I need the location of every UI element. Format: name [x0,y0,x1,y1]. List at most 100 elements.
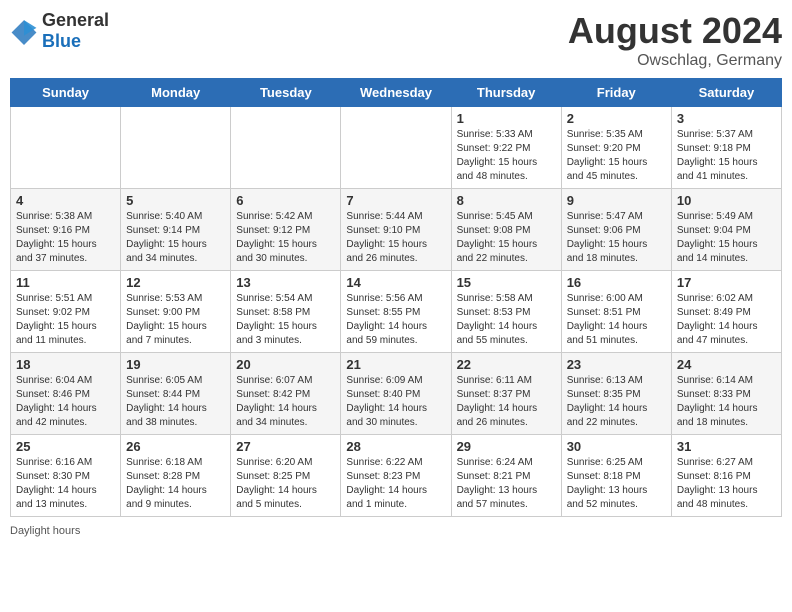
day-info: Sunrise: 5:47 AM Sunset: 9:06 PM Dayligh… [567,210,666,266]
day-number: 14 [346,275,445,290]
weekday-header-monday: Monday [121,79,231,107]
logo-general: General [42,10,109,30]
day-info: Sunrise: 6:00 AM Sunset: 8:51 PM Dayligh… [567,292,666,348]
day-number: 1 [457,111,556,126]
day-info: Sunrise: 5:54 AM Sunset: 8:58 PM Dayligh… [236,292,335,348]
calendar-cell: 31 Sunrise: 6:27 AM Sunset: 8:16 PM Dayli… [671,435,781,517]
weekday-header-wednesday: Wednesday [341,79,451,107]
location-subtitle: Owschlag, Germany [568,52,782,70]
logo: General Blue [10,10,109,52]
day-number: 10 [677,193,776,208]
calendar-week-3: 11 Sunrise: 5:51 AM Sunset: 9:02 PM Dayli… [11,271,782,353]
calendar-body: 1 Sunrise: 5:33 AM Sunset: 9:22 PM Daylig… [11,107,782,517]
calendar-cell: 15 Sunrise: 5:58 AM Sunset: 8:53 PM Dayli… [451,271,561,353]
day-info: Sunrise: 6:13 AM Sunset: 8:35 PM Dayligh… [567,374,666,430]
day-number: 11 [16,275,115,290]
day-number: 4 [16,193,115,208]
day-info: Sunrise: 5:53 AM Sunset: 9:00 PM Dayligh… [126,292,225,348]
calendar-cell: 5 Sunrise: 5:40 AM Sunset: 9:14 PM Daylig… [121,189,231,271]
calendar-week-2: 4 Sunrise: 5:38 AM Sunset: 9:16 PM Daylig… [11,189,782,271]
day-info: Sunrise: 5:40 AM Sunset: 9:14 PM Dayligh… [126,210,225,266]
calendar-cell: 10 Sunrise: 5:49 AM Sunset: 9:04 PM Dayli… [671,189,781,271]
calendar-cell: 29Sunrise: 6:24 AM Sunset: 8:21 PM Dayli… [451,435,561,517]
day-number: 3 [677,111,776,126]
calendar-cell [341,107,451,189]
calendar-cell: 3 Sunrise: 5:37 AM Sunset: 9:18 PM Daylig… [671,107,781,189]
calendar-cell [11,107,121,189]
title-block: August 2024 Owschlag, Germany [568,10,782,70]
day-info: Sunrise: 5:35 AM Sunset: 9:20 PM Dayligh… [567,128,666,184]
calendar-cell: 27 Sunrise: 6:20 AM Sunset: 8:25 PM Dayli… [231,435,341,517]
calendar-cell: 1 Sunrise: 5:33 AM Sunset: 9:22 PM Daylig… [451,107,561,189]
month-year-title: August 2024 [568,10,782,52]
calendar-cell: 4 Sunrise: 5:38 AM Sunset: 9:16 PM Daylig… [11,189,121,271]
day-number: 27 [236,439,335,454]
weekday-header-thursday: Thursday [451,79,561,107]
calendar-cell: 16Sunrise: 6:00 AM Sunset: 8:51 PM Dayli… [561,271,671,353]
day-number: 2 [567,111,666,126]
day-info: Sunrise: 6:11 AM Sunset: 8:37 PM Dayligh… [457,374,556,430]
calendar-header: SundayMondayTuesdayWednesdayThursdayFrid… [11,79,782,107]
calendar-cell: 26 Sunrise: 6:18 AM Sunset: 8:28 PM Dayli… [121,435,231,517]
day-number: 31 [677,439,776,454]
day-info: Sunrise: 5:33 AM Sunset: 9:22 PM Dayligh… [457,128,556,184]
calendar-week-4: 18 Sunrise: 6:04 AM Sunset: 8:46 PM Dayli… [11,353,782,435]
day-info: Sunrise: 6:22 AM Sunset: 8:23 PM Dayligh… [346,456,445,512]
day-info: Sunrise: 5:58 AM Sunset: 8:53 PM Dayligh… [457,292,556,348]
calendar-cell [121,107,231,189]
day-number: 28 [346,439,445,454]
calendar-cell: 20Sunrise: 6:07 AM Sunset: 8:42 PM Dayli… [231,353,341,435]
day-number: 22 [457,357,556,372]
day-number: 5 [126,193,225,208]
day-number: 7 [346,193,445,208]
logo-icon [10,17,38,45]
day-info: Sunrise: 6:05 AM Sunset: 8:44 PM Dayligh… [126,374,225,430]
day-number: 18 [16,357,115,372]
day-info: Sunrise: 6:27 AM Sunset: 8:16 PM Dayligh… [677,456,776,512]
day-number: 26 [126,439,225,454]
day-info: Sunrise: 6:20 AM Sunset: 8:25 PM Dayligh… [236,456,335,512]
day-number: 30 [567,439,666,454]
day-number: 15 [457,275,556,290]
day-info: Sunrise: 5:37 AM Sunset: 9:18 PM Dayligh… [677,128,776,184]
calendar-week-5: 25Sunrise: 6:16 AM Sunset: 8:30 PM Dayli… [11,435,782,517]
calendar-cell: 18 Sunrise: 6:04 AM Sunset: 8:46 PM Dayli… [11,353,121,435]
day-info: Sunrise: 6:18 AM Sunset: 8:28 PM Dayligh… [126,456,225,512]
day-info: Sunrise: 5:49 AM Sunset: 9:04 PM Dayligh… [677,210,776,266]
day-info: Sunrise: 5:38 AM Sunset: 9:16 PM Dayligh… [16,210,115,266]
day-info: Sunrise: 6:25 AM Sunset: 8:18 PM Dayligh… [567,456,666,512]
day-number: 12 [126,275,225,290]
calendar-cell: 9 Sunrise: 5:47 AM Sunset: 9:06 PM Daylig… [561,189,671,271]
day-number: 23 [567,357,666,372]
weekday-header-saturday: Saturday [671,79,781,107]
day-info: Sunrise: 5:51 AM Sunset: 9:02 PM Dayligh… [16,292,115,348]
calendar-cell: 17Sunrise: 6:02 AM Sunset: 8:49 PM Dayli… [671,271,781,353]
calendar-cell [231,107,341,189]
calendar-cell: 7Sunrise: 5:44 AM Sunset: 9:10 PM Daylig… [341,189,451,271]
logo-blue: Blue [42,31,81,51]
day-number: 21 [346,357,445,372]
day-number: 25 [16,439,115,454]
day-info: Sunrise: 6:04 AM Sunset: 8:46 PM Dayligh… [16,374,115,430]
calendar-cell: 6 Sunrise: 5:42 AM Sunset: 9:12 PM Daylig… [231,189,341,271]
calendar-cell: 21 Sunrise: 6:09 AM Sunset: 8:40 PM Dayli… [341,353,451,435]
calendar-table: SundayMondayTuesdayWednesdayThursdayFrid… [10,78,782,517]
calendar-footer: Daylight hours [10,525,782,537]
calendar-cell: 8Sunrise: 5:45 AM Sunset: 9:08 PM Daylig… [451,189,561,271]
calendar-cell: 28 Sunrise: 6:22 AM Sunset: 8:23 PM Dayli… [341,435,451,517]
calendar-cell: 14Sunrise: 5:56 AM Sunset: 8:55 PM Dayli… [341,271,451,353]
page-header: General Blue August 2024 Owschlag, Germa… [10,10,782,70]
calendar-cell: 19Sunrise: 6:05 AM Sunset: 8:44 PM Dayli… [121,353,231,435]
day-info: Sunrise: 6:09 AM Sunset: 8:40 PM Dayligh… [346,374,445,430]
day-number: 29 [457,439,556,454]
day-info: Sunrise: 5:42 AM Sunset: 9:12 PM Dayligh… [236,210,335,266]
weekday-header-sunday: Sunday [11,79,121,107]
calendar-cell: 22 Sunrise: 6:11 AM Sunset: 8:37 PM Dayli… [451,353,561,435]
day-number: 6 [236,193,335,208]
day-info: Sunrise: 5:45 AM Sunset: 9:08 PM Dayligh… [457,210,556,266]
day-info: Sunrise: 6:07 AM Sunset: 8:42 PM Dayligh… [236,374,335,430]
day-info: Sunrise: 6:14 AM Sunset: 8:33 PM Dayligh… [677,374,776,430]
daylight-hours-label: Daylight hours [10,525,80,537]
day-info: Sunrise: 6:02 AM Sunset: 8:49 PM Dayligh… [677,292,776,348]
day-number: 9 [567,193,666,208]
